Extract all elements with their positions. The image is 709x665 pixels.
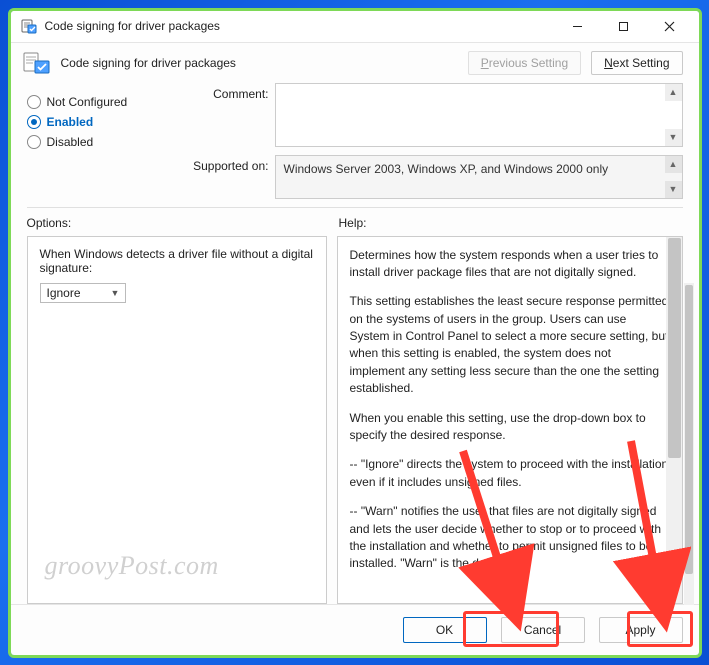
close-button[interactable]	[647, 11, 693, 41]
previous-setting-button: Previous Setting	[468, 51, 581, 75]
radio-not-configured[interactable]: Not Configured	[27, 95, 167, 109]
next-setting-button[interactable]: Next Setting	[591, 51, 682, 75]
options-panel: When Windows detects a driver file witho…	[27, 236, 327, 604]
dialog-footer: OK Cancel Apply	[11, 604, 699, 655]
policy-name-label: Code signing for driver packages	[61, 56, 458, 70]
dialog-window: Code signing for driver packages Code si…	[11, 11, 699, 655]
scroll-down-icon[interactable]: ▼	[665, 181, 682, 198]
policy-icon-large	[23, 51, 51, 75]
supported-on-label: Supported on:	[179, 155, 269, 173]
help-text: -- "Ignore" directs the system to procee…	[350, 456, 670, 491]
radio-icon	[27, 95, 41, 109]
help-label: Help:	[339, 216, 367, 230]
options-prompt: When Windows detects a driver file witho…	[40, 247, 314, 275]
policy-icon	[21, 18, 37, 34]
dropdown-value: Ignore	[47, 286, 81, 300]
maximize-button[interactable]	[601, 11, 647, 41]
cancel-button[interactable]: Cancel	[501, 617, 585, 643]
comment-textbox[interactable]: ▲ ▼	[275, 83, 683, 147]
help-text: When you enable this setting, use the dr…	[350, 410, 670, 445]
radio-icon	[27, 135, 41, 149]
ok-button[interactable]: OK	[403, 617, 487, 643]
apply-button[interactable]: Apply	[599, 617, 683, 643]
radio-label: Not Configured	[47, 95, 128, 109]
options-label: Options:	[27, 216, 327, 230]
help-text: This setting establishes the least secur…	[350, 293, 670, 397]
supported-on-textbox: Windows Server 2003, Windows XP, and Win…	[275, 155, 683, 199]
radio-label: Disabled	[47, 135, 94, 149]
window-title: Code signing for driver packages	[45, 19, 555, 33]
radio-enabled[interactable]: Enabled	[27, 115, 167, 129]
minimize-button[interactable]	[555, 11, 601, 41]
subheader: Code signing for driver packages Previou…	[11, 43, 699, 79]
help-scrollbar[interactable]	[666, 236, 683, 604]
scroll-down-icon[interactable]: ▼	[665, 129, 682, 146]
chevron-down-icon: ▼	[111, 288, 120, 298]
comment-label: Comment:	[179, 83, 269, 101]
help-text: -- "Warn" notifies the user that files a…	[350, 503, 670, 573]
radio-disabled[interactable]: Disabled	[27, 135, 167, 149]
scroll-up-icon[interactable]: ▲	[665, 156, 682, 173]
radio-icon	[27, 115, 41, 129]
help-panel: Determines how the system responds when …	[337, 236, 683, 604]
help-text: Determines how the system responds when …	[350, 247, 670, 282]
dialog-scrollbar[interactable]	[684, 283, 694, 605]
titlebar: Code signing for driver packages	[11, 11, 699, 43]
scroll-up-icon[interactable]: ▲	[665, 84, 682, 101]
radio-label: Enabled	[47, 115, 94, 129]
response-dropdown[interactable]: Ignore ▼	[40, 283, 127, 303]
state-radio-group: Not Configured Enabled Disabled	[27, 83, 167, 199]
